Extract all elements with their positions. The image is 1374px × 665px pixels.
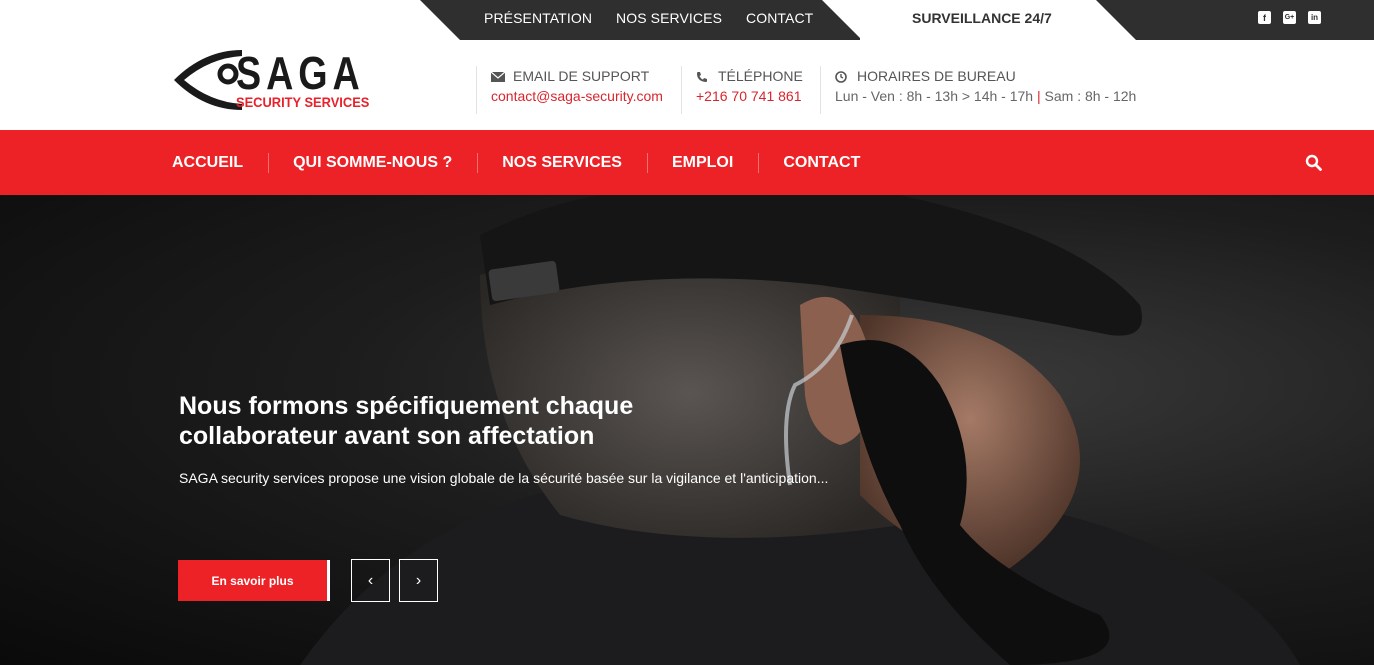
nav-qui-sommes-nous[interactable]: QUI SOMME-NOUS ? xyxy=(268,152,477,173)
top-nav: PRÉSENTATION NOS SERVICES CONTACT xyxy=(484,10,813,26)
phone-label: TÉLÉPHONE xyxy=(718,68,803,84)
slider-prev-button[interactable]: ‹ xyxy=(351,559,390,602)
linkedin-icon[interactable]: in xyxy=(1308,11,1321,24)
social-links: f G+ in xyxy=(1258,11,1321,24)
email-link[interactable]: contact@saga-security.com xyxy=(491,88,663,104)
hours-info: HORAIRES DE BUREAU Lun - Ven : 8h - 13h … xyxy=(820,66,1136,114)
hero-title: Nous formons spécifiquement chaque colla… xyxy=(179,391,699,451)
google-plus-icon[interactable]: G+ xyxy=(1283,11,1296,24)
phone-icon xyxy=(696,70,710,82)
main-nav: ACCUEIL QUI SOMME-NOUS ? NOS SERVICES EM… xyxy=(0,130,1374,195)
facebook-icon[interactable]: f xyxy=(1258,11,1271,24)
surveillance-label: SURVEILLANCE 24/7 xyxy=(912,10,1052,26)
search-icon[interactable] xyxy=(1305,154,1323,172)
nav-accueil[interactable]: ACCUEIL xyxy=(172,154,268,172)
clock-icon xyxy=(835,70,849,83)
hero-slider: Nous formons spécifiquement chaque colla… xyxy=(0,195,1374,665)
nav-emploi[interactable]: EMPLOI xyxy=(646,152,758,173)
logo-name: SAGA xyxy=(236,47,365,99)
nav-nos-services[interactable]: NOS SERVICES xyxy=(477,152,647,173)
email-info: EMAIL DE SUPPORT contact@saga-security.c… xyxy=(476,66,663,114)
learn-more-button[interactable]: En savoir plus xyxy=(178,560,330,601)
top-nav-services[interactable]: NOS SERVICES xyxy=(616,10,722,26)
top-nav-contact[interactable]: CONTACT xyxy=(746,10,813,26)
hours-label: HORAIRES DE BUREAU xyxy=(857,68,1016,84)
phone-info: TÉLÉPHONE +216 70 741 861 xyxy=(681,66,803,114)
logo-tagline: SECURITY SERVICES xyxy=(236,94,370,110)
email-label: EMAIL DE SUPPORT xyxy=(513,68,650,84)
hours-saturday: Sam : 8h - 12h xyxy=(1044,88,1137,104)
top-nav-presentation[interactable]: PRÉSENTATION xyxy=(484,10,592,26)
hours-separator: | xyxy=(1036,88,1041,104)
envelope-icon xyxy=(490,70,506,82)
hero-title-line1: Nous formons spécifiquement chaque xyxy=(179,392,634,420)
logo[interactable]: SAGA SECURITY SERVICES xyxy=(172,44,370,116)
hero-text: SAGA security services propose une visio… xyxy=(179,470,829,486)
top-bar: PRÉSENTATION NOS SERVICES CONTACT SURVEI… xyxy=(0,0,1374,40)
nav-contact[interactable]: CONTACT xyxy=(758,152,885,173)
phone-link[interactable]: +216 70 741 861 xyxy=(696,88,803,104)
hours-value: Lun - Ven : 8h - 13h > 14h - 17h | Sam :… xyxy=(835,88,1136,104)
hero-title-line2: collaborateur avant son affectation xyxy=(179,422,595,450)
slider-next-button[interactable]: › xyxy=(399,559,438,602)
hours-weekday: Lun - Ven : 8h - 13h > 14h - 17h xyxy=(835,88,1034,104)
